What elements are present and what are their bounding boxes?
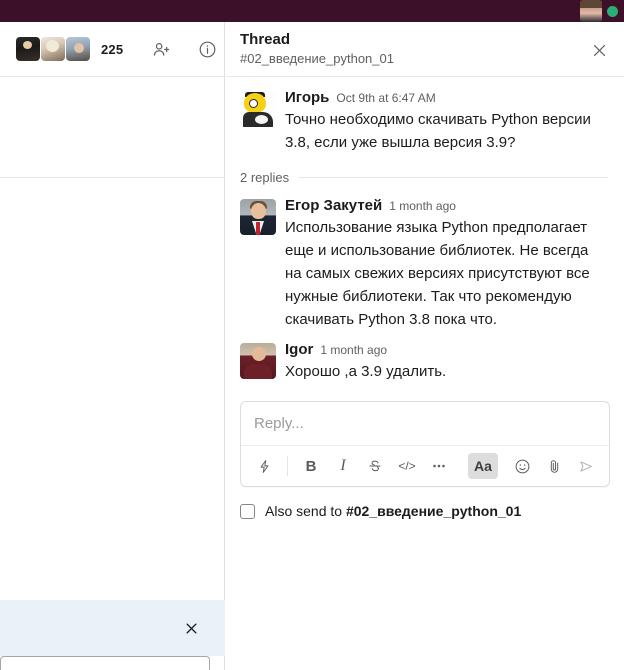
add-person-icon[interactable] [147,35,175,63]
member-count[interactable]: 225 [101,42,123,57]
message-author[interactable]: Igor [285,341,313,359]
message-content: Егор Закутей 1 month ago Использование я… [285,197,608,331]
message-content: Игорь Oct 9th at 6:47 AM Точно необходим… [285,89,608,154]
user-avatar[interactable] [580,0,602,22]
composer-toolbar: B I </> Aa [241,446,609,486]
divider [299,177,608,178]
close-icon[interactable] [588,39,610,61]
message-timestamp[interactable]: 1 month ago [320,341,387,359]
channel-header: 225 [0,22,224,77]
message-timestamp[interactable]: Oct 9th at 6:47 AM [336,89,435,107]
message-text: Хорошо ,а 3.9 удалить. [285,363,447,380]
reply-input[interactable]: Reply... [241,402,609,446]
slack-thread-window: 225 Thread #02_введение_python_01 Игорь … [0,0,624,670]
avatar-tie [256,222,260,235]
thread-channel-name[interactable]: #02_введение_python_01 [240,50,608,68]
message-content: Igor 1 month ago Хорошо ,а 3.9 удалить. [285,341,608,383]
channel-notice-panel [0,600,225,656]
also-send-checkbox[interactable] [240,503,255,519]
avatar-hair [580,0,602,9]
also-send-channel: #02_введение_python_01 [345,503,522,519]
thread-reply: Егор Закутей 1 month ago Использование я… [240,197,608,331]
avatar[interactable] [240,343,276,379]
members-avatars[interactable] [16,37,91,61]
member-avatar [41,37,65,61]
thread-header: Thread #02_введение_python_01 [226,22,624,77]
presence-indicator-icon [607,6,618,17]
message-text: Использование языка Python предполагает … [285,219,590,328]
avatar[interactable] [240,91,276,127]
member-avatar [66,37,90,61]
thread-root-message: Игорь Oct 9th at 6:47 AM Точно необходим… [240,89,608,154]
message-timestamp[interactable]: 1 month ago [389,197,456,215]
avatar[interactable] [240,199,276,235]
divider [287,456,288,476]
message-author[interactable]: Егор Закутей [285,197,382,215]
also-send-prefix: Also send to [265,503,343,519]
strikethrough-icon[interactable] [360,453,390,479]
bold-button[interactable]: B [296,453,326,479]
message-header: Егор Закутей 1 month ago [285,197,608,215]
send-button[interactable] [571,453,601,479]
close-icon[interactable] [181,618,201,638]
shortcuts-icon[interactable] [249,453,279,479]
message-author[interactable]: Игорь [285,89,329,107]
also-send-row[interactable]: Also send to #02_введение_python_01 [240,503,610,519]
thread-reply: Igor 1 month ago Хорошо ,а 3.9 удалить. [240,341,608,383]
avatar-face [252,347,266,361]
reply-composer: Reply... B I </> Aa [240,401,610,487]
channel-message-input[interactable] [0,656,210,670]
channel-pane: 225 [0,22,225,670]
emoji-icon[interactable] [507,453,537,479]
italic-button[interactable]: I [328,453,358,479]
avatar-eye [249,99,258,108]
message-header: Igor 1 month ago [285,341,608,359]
formatting-toggle-button[interactable]: Aa [468,453,498,479]
message-text: Точно необходимо скачивать Python версии… [285,111,591,151]
info-icon[interactable] [193,35,221,63]
also-send-label: Also send to #02_введение_python_01 [265,503,521,519]
code-icon[interactable]: </> [392,453,422,479]
avatar-body [243,112,273,127]
top-bar [0,0,624,22]
channel-divider [0,177,225,178]
thread-pane: Thread #02_введение_python_01 Игорь Oct … [226,22,624,670]
thread-title: Thread [240,31,291,48]
avatar-body [244,364,272,379]
member-avatar [16,37,40,61]
message-header: Игорь Oct 9th at 6:47 AM [285,89,608,107]
replies-count-label: 2 replies [240,170,290,185]
replies-separator: 2 replies [240,170,608,185]
more-options-icon[interactable] [424,453,454,479]
thread-messages: Игорь Oct 9th at 6:47 AM Точно необходим… [226,77,624,383]
attachment-icon[interactable] [539,453,569,479]
avatar-face [251,203,266,219]
